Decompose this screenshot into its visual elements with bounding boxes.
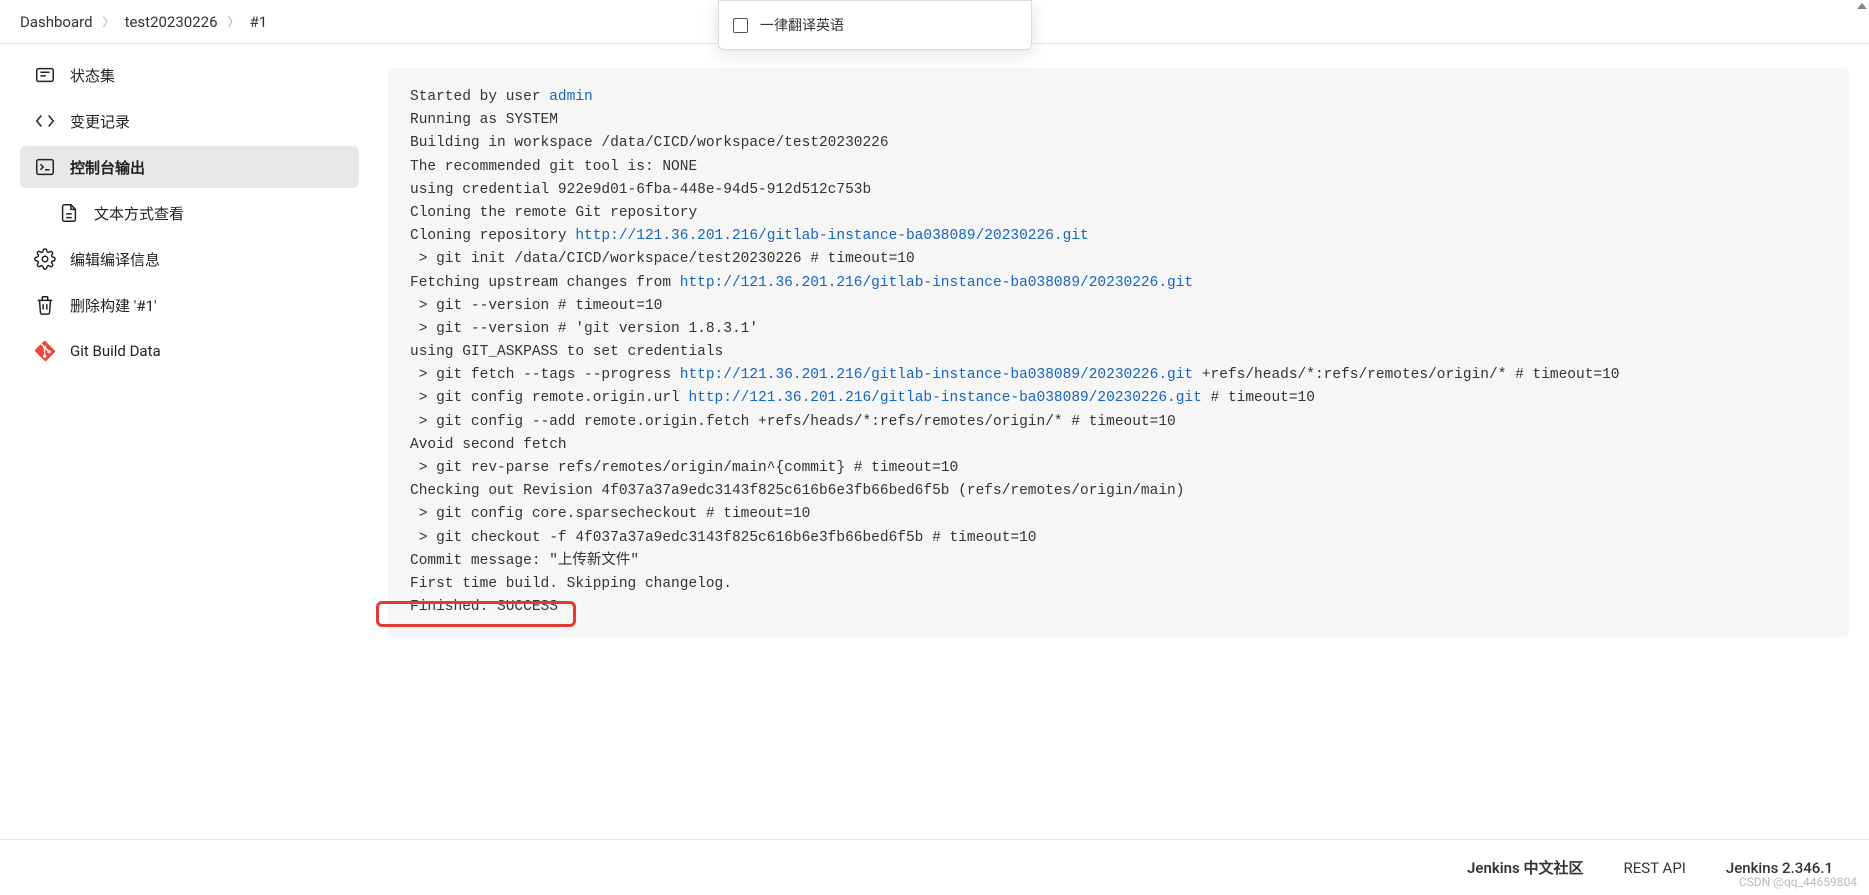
footer: Jenkins 中文社区 REST API Jenkins 2.346.1 (0, 839, 1869, 895)
footer-link-restapi[interactable]: REST API (1623, 859, 1685, 877)
breadcrumb-project[interactable]: test20230226 (125, 13, 218, 31)
sidebar-item-changes[interactable]: 变更记录 (20, 100, 359, 142)
scroll-up-icon[interactable] (1855, 0, 1869, 12)
breadcrumb-build[interactable]: #1 (250, 13, 268, 31)
console-output-card: Started by user admin Running as SYSTEM … (388, 68, 1849, 637)
sidebar-item-label: 状态集 (70, 65, 115, 86)
sidebar-item-delete-build[interactable]: 删除构建 '#1' (20, 284, 359, 326)
console-link[interactable]: admin (549, 89, 593, 105)
git-icon (34, 340, 56, 362)
console-link[interactable]: http://121.36.201.216/gitlab-instance-ba… (680, 275, 1193, 291)
trash-icon (34, 294, 56, 316)
console-link[interactable]: http://121.36.201.216/gitlab-instance-ba… (575, 228, 1088, 244)
terminal-icon (34, 156, 56, 178)
console-link[interactable]: http://121.36.201.216/gitlab-instance-ba… (680, 367, 1193, 383)
console-output: Started by user admin Running as SYSTEM … (410, 86, 1827, 619)
sidebar-item-console[interactable]: 控制台输出 (20, 146, 359, 188)
chevron-right-icon: 〉 (101, 13, 117, 30)
gear-icon (34, 248, 56, 270)
sidebar-item-label: Git Build Data (70, 342, 161, 360)
sidebar-item-label: 控制台输出 (70, 157, 145, 178)
main-content: Started by user admin Running as SYSTEM … (380, 44, 1869, 839)
footer-version: Jenkins 2.346.1 (1726, 859, 1833, 877)
status-icon (34, 64, 56, 86)
sidebar-item-label: 变更记录 (70, 111, 130, 132)
changes-icon (34, 110, 56, 132)
sidebar-item-edit-info[interactable]: 编辑编译信息 (20, 238, 359, 280)
sidebar-item-label: 编辑编译信息 (70, 249, 160, 270)
sidebar-item-label: 文本方式查看 (94, 203, 184, 224)
sidebar-item-label: 删除构建 '#1' (70, 295, 157, 316)
footer-link-community[interactable]: Jenkins 中文社区 (1467, 857, 1583, 878)
translate-popup: 一律翻译英语 (718, 0, 1032, 50)
breadcrumb-dashboard[interactable]: Dashboard (20, 13, 93, 31)
checkbox-icon[interactable] (733, 18, 748, 33)
text-icon (58, 202, 80, 224)
translate-label[interactable]: 一律翻译英语 (760, 15, 844, 35)
sidebar-item-git-build-data[interactable]: Git Build Data (20, 330, 359, 372)
console-link[interactable]: http://121.36.201.216/gitlab-instance-ba… (688, 390, 1201, 406)
chevron-right-icon: 〉 (226, 13, 242, 30)
sidebar-item-textview[interactable]: 文本方式查看 (20, 192, 359, 234)
watermark: CSDN @qq_44659804 (1739, 875, 1857, 889)
sidebar: 状态集 变更记录 控制台输出 文本方式查看 编辑编译信息 (0, 44, 380, 839)
sidebar-item-status[interactable]: 状态集 (20, 54, 359, 96)
